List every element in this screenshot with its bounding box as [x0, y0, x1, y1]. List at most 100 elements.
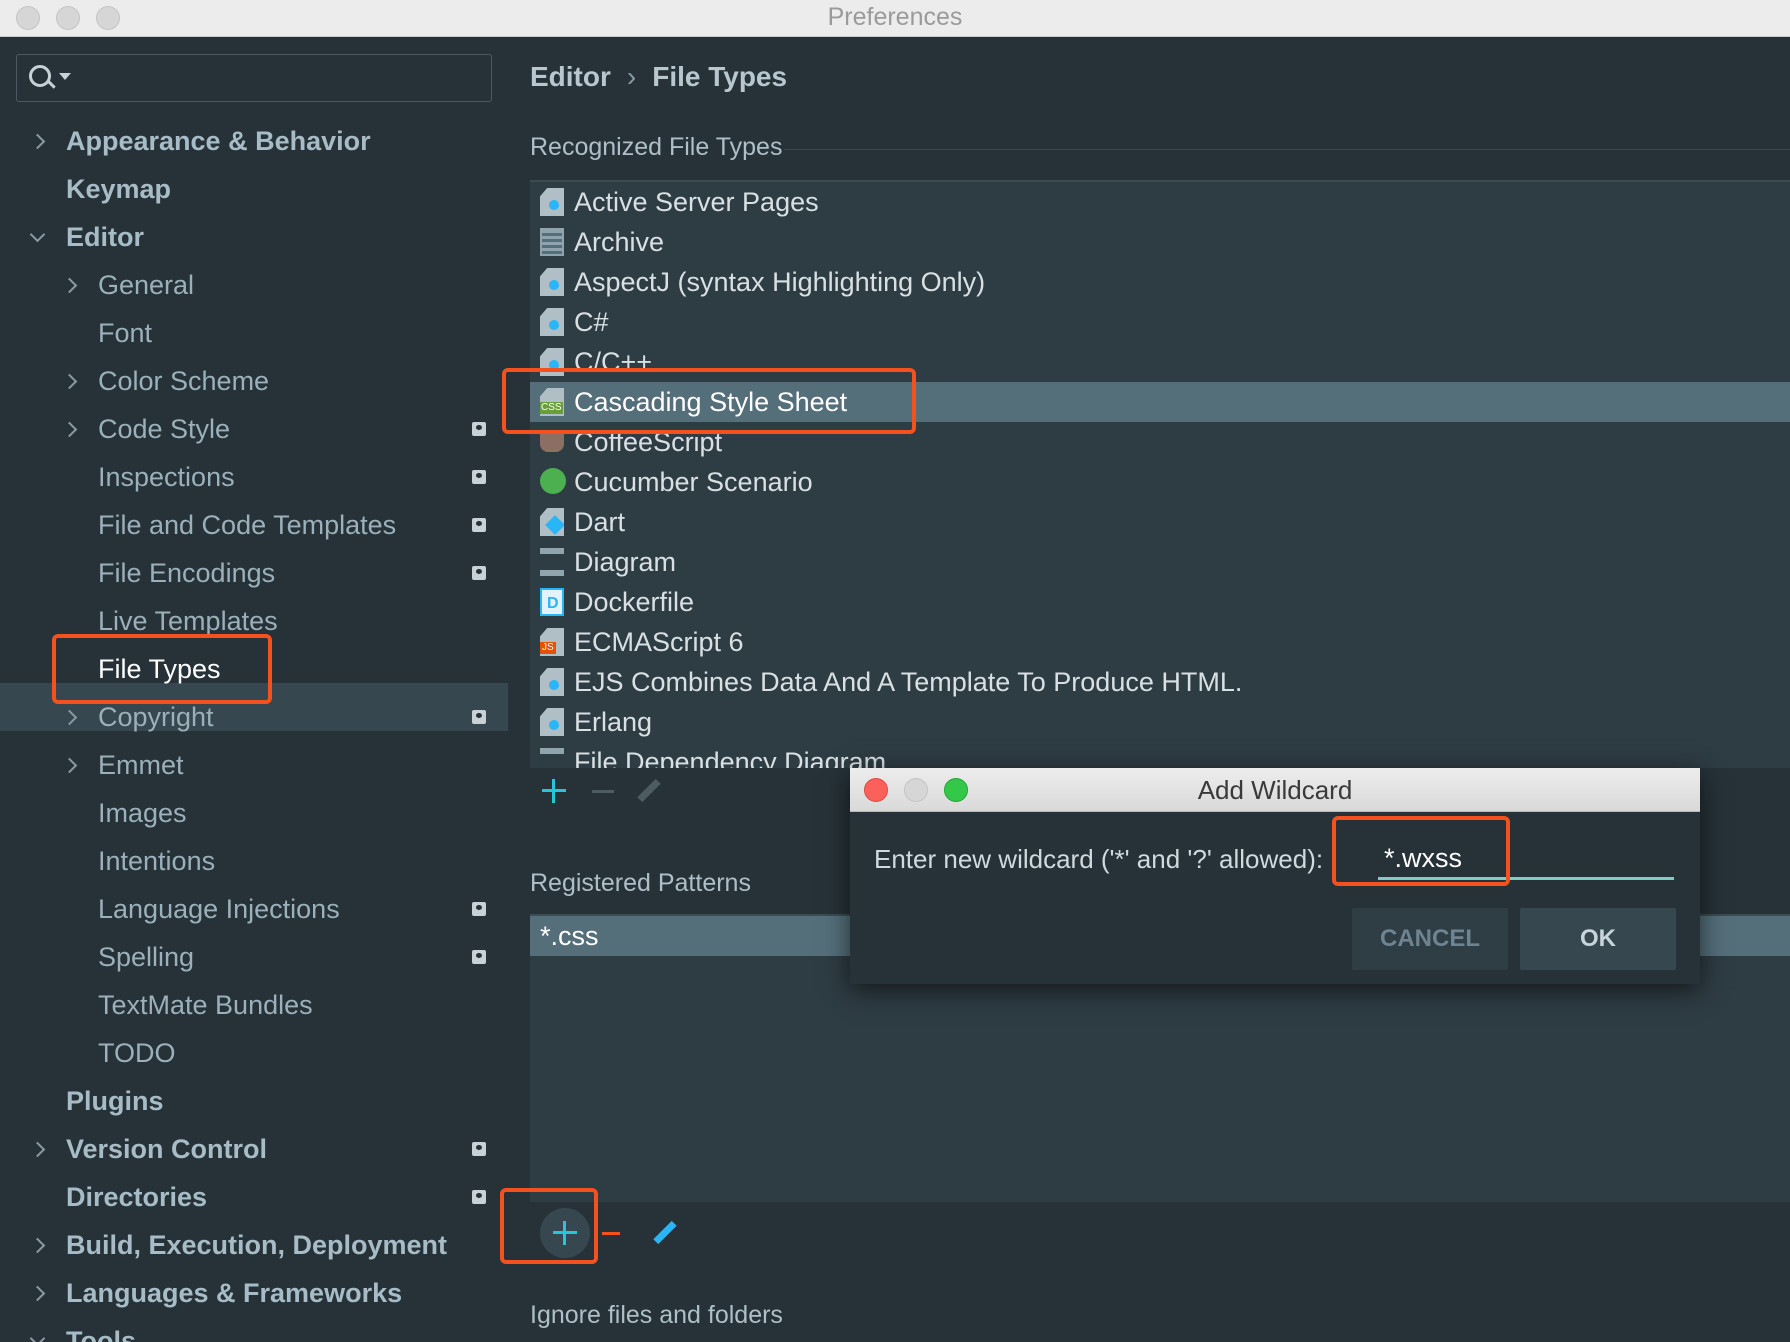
file-type-row[interactable]: Dart — [530, 502, 1790, 542]
sidebar-item-font[interactable]: Font — [98, 311, 152, 355]
chevron-down-icon[interactable] — [29, 226, 46, 243]
sidebar-item-label: Spelling — [98, 942, 195, 972]
sidebar-item-label: Editor — [66, 222, 144, 252]
coffee-icon — [540, 434, 564, 452]
file-type-row[interactable]: Diagram — [530, 542, 1790, 582]
file-type-name: C# — [574, 307, 609, 337]
file-type-row[interactable]: C# — [530, 302, 1790, 342]
dialog-title: Add Wildcard — [1197, 775, 1353, 805]
project-level-icon — [472, 1190, 486, 1204]
sidebar-item-textmate-bundles[interactable]: TextMate Bundles — [98, 983, 313, 1027]
sidebar-item-directories[interactable]: Directories — [66, 1175, 207, 1219]
sidebar-item-label: File Encodings — [98, 558, 276, 588]
file-type-row[interactable]: ECMAScript 6 — [530, 622, 1790, 662]
chevron-right-icon[interactable] — [29, 1141, 46, 1158]
sidebar-item-color-scheme[interactable]: Color Scheme — [98, 359, 269, 403]
file-type-row[interactable]: EJS Combines Data And A Template To Prod… — [530, 662, 1790, 702]
file-type-row[interactable]: File Dependency Diagram — [530, 742, 1790, 768]
file-type-row[interactable]: Cucumber Scenario — [530, 462, 1790, 502]
sidebar-item-language-injections[interactable]: Language Injections — [98, 887, 340, 931]
breadcrumb-parent[interactable]: Editor — [530, 61, 611, 92]
file-type-name: ECMAScript 6 — [574, 627, 744, 657]
chevron-right-icon[interactable] — [61, 373, 78, 390]
doc-icon — [540, 708, 564, 736]
chevron-right-icon[interactable] — [29, 133, 46, 150]
wildcard-highlight-box — [1332, 816, 1510, 886]
chevron-right-icon[interactable] — [29, 1285, 46, 1302]
sidebar-item-build-execution-deployment[interactable]: Build, Execution, Deployment — [66, 1223, 447, 1267]
sidebar-item-keymap[interactable]: Keymap — [66, 167, 171, 211]
file-type-name: Dockerfile — [574, 587, 695, 617]
sidebar-item-spelling[interactable]: Spelling — [98, 935, 194, 979]
registered-patterns-label: Registered Patterns — [530, 869, 751, 897]
doc-icon — [540, 668, 564, 696]
sidebar-item-label: Inspections — [98, 462, 235, 492]
sidebar-item-version-control[interactable]: Version Control — [66, 1127, 267, 1171]
chevron-right-icon[interactable] — [61, 277, 78, 294]
search-icon — [29, 65, 51, 87]
file-type-row[interactable]: Active Server Pages — [530, 182, 1790, 222]
sidebar-item-file-encodings[interactable]: File Encodings — [98, 551, 275, 595]
cucumber-icon — [540, 468, 566, 494]
file-type-row[interactable]: Dockerfile — [530, 582, 1790, 624]
settings-search-input[interactable] — [16, 54, 492, 102]
sidebar-item-inspections[interactable]: Inspections — [98, 455, 235, 499]
edit-pattern-pencil-icon[interactable] — [653, 1220, 677, 1245]
add-file-type-plus-icon[interactable] — [542, 779, 566, 803]
remove-file-type-minus-icon[interactable] — [592, 790, 614, 793]
ignore-files-label: Ignore files and folders — [530, 1301, 783, 1329]
breadcrumb: Editor › File Types — [530, 61, 787, 93]
ok-button[interactable]: OK — [1520, 908, 1676, 970]
doc-icon — [540, 188, 564, 216]
file-types-panel: Editor › File Types Recognized File Types … — [508, 37, 1790, 1342]
sidebar-item-todo[interactable]: TODO — [98, 1031, 176, 1075]
chevron-down-icon[interactable] — [29, 1330, 46, 1342]
sidebar-item-label: Appearance & Behavior — [66, 126, 371, 156]
cancel-button[interactable]: CANCEL — [1352, 908, 1508, 970]
sidebar-item-label: Live Templates — [98, 606, 278, 636]
sidebar-item-label: Emmet — [98, 750, 184, 780]
sidebar-item-intentions[interactable]: Intentions — [98, 839, 215, 883]
doc-icon — [540, 308, 564, 336]
sidebar-item-label: Version Control — [66, 1134, 268, 1164]
sidebar-item-code-style[interactable]: Code Style — [98, 407, 230, 451]
sidebar-item-appearance-behavior[interactable]: Appearance & Behavior — [66, 119, 371, 163]
file-type-row[interactable]: Erlang — [530, 702, 1790, 742]
breadcrumb-separator: › — [626, 61, 637, 92]
file-type-name: EJS Combines Data And A Template To Prod… — [574, 667, 1243, 697]
window-titlebar: Preferences — [0, 0, 1790, 37]
project-level-icon — [472, 950, 486, 964]
chevron-right-icon[interactable] — [61, 757, 78, 774]
search-options-dropdown-icon[interactable] — [59, 73, 71, 80]
sidebar-item-label: Language Injections — [98, 894, 340, 924]
dialog-titlebar: Add Wildcard — [850, 768, 1700, 812]
file-type-name: File Dependency Diagram — [574, 747, 887, 768]
file-type-name: Diagram — [574, 547, 677, 577]
project-level-icon — [472, 470, 486, 484]
remove-pattern-minus-icon[interactable] — [602, 1232, 620, 1235]
add-wildcard-dialog: Add Wildcard Enter new wildcard ('*' and… — [850, 768, 1700, 984]
sidebar-item-label: Build, Execution, Deployment — [66, 1230, 448, 1260]
recognized-file-types-list[interactable]: Active Server Pages Archive AspectJ (synta… — [530, 180, 1790, 768]
sidebar-item-tools[interactable]: Tools — [66, 1319, 136, 1342]
sidebar-item-label: Copyright — [98, 702, 214, 732]
file-type-name: Dart — [574, 507, 626, 537]
sidebar-item-label: Code Style — [98, 414, 231, 444]
chevron-right-icon[interactable] — [61, 421, 78, 438]
sidebar-item-file-and-code-templates[interactable]: File and Code Templates — [98, 503, 396, 547]
project-level-icon — [472, 566, 486, 580]
sidebar-item-label: Plugins — [66, 1086, 164, 1116]
file-type-row[interactable]: AspectJ (syntax Highlighting Only) — [530, 262, 1790, 302]
sidebar-item-plugins[interactable]: Plugins — [66, 1079, 164, 1123]
chevron-right-icon[interactable] — [29, 1237, 46, 1254]
sidebar-item-label: Color Scheme — [98, 366, 270, 396]
sidebar-item-languages-frameworks[interactable]: Languages & Frameworks — [66, 1271, 402, 1315]
sidebar-item-emmet[interactable]: Emmet — [98, 743, 184, 787]
sidebar-item-general[interactable]: General — [98, 263, 194, 307]
recognized-file-types-label: Recognized File Types — [530, 133, 783, 161]
edit-file-type-pencil-icon[interactable] — [637, 778, 661, 803]
file-type-row[interactable]: Archive — [530, 222, 1790, 262]
sidebar-item-images[interactable]: Images — [98, 791, 187, 835]
project-level-icon — [472, 902, 486, 916]
sidebar-item-editor[interactable]: Editor — [66, 215, 144, 259]
